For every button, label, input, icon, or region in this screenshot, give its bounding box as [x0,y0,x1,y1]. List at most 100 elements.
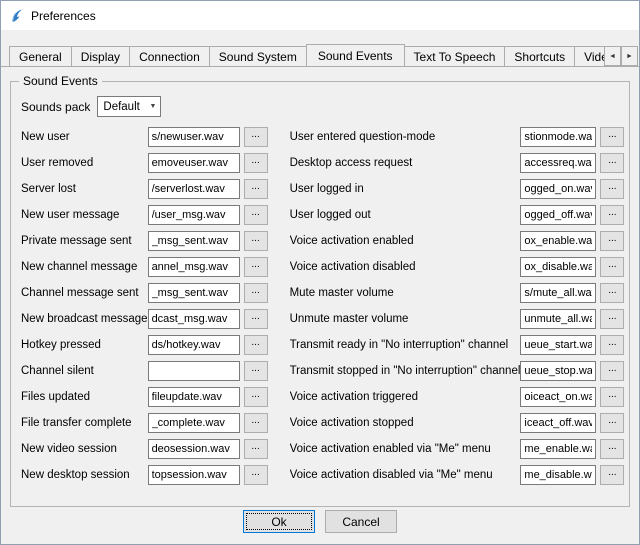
sound-event-label: File transfer complete [21,417,148,429]
title-bar: Preferences [1,1,639,30]
browse-button[interactable]: ... [244,153,268,173]
browse-button[interactable]: ... [600,153,624,173]
sound-file-input[interactable] [148,413,240,433]
sound-event-row: User logged in... [290,179,625,199]
browse-button[interactable]: ... [600,465,624,485]
sound-event-label: Hotkey pressed [21,339,148,351]
tab-display[interactable]: Display [71,46,130,66]
sound-event-row: Server lost... [21,179,268,199]
sound-event-label: Channel silent [21,365,148,377]
browse-button[interactable]: ... [600,335,624,355]
tab-text-to-speech[interactable]: Text To Speech [404,46,506,66]
browse-button[interactable]: ... [244,439,268,459]
sound-file-input[interactable] [148,257,240,277]
sound-event-label: Voice activation enabled [290,235,521,247]
tab-scroll-right-button[interactable]: ► [621,46,638,66]
sound-event-label: Files updated [21,391,148,403]
browse-button[interactable]: ... [244,205,268,225]
tab-scroll-left-button[interactable]: ◄ [604,46,621,66]
tab-connection[interactable]: Connection [129,46,210,66]
browse-button[interactable]: ... [244,413,268,433]
sound-file-input[interactable] [520,257,596,277]
sound-event-label: Server lost [21,183,148,195]
browse-button[interactable]: ... [600,439,624,459]
sounds-pack-row: Sounds pack Default ▼ [21,96,619,117]
sound-file-input[interactable] [520,179,596,199]
sound-file-input[interactable] [148,127,240,147]
sound-event-row: File transfer complete... [21,413,268,433]
sounds-pack-value: Default [103,101,139,113]
browse-button[interactable]: ... [600,205,624,225]
sound-event-label: Voice activation disabled [290,261,521,273]
sound-file-input[interactable] [148,465,240,485]
sound-file-input[interactable] [148,205,240,225]
sound-file-input[interactable] [148,309,240,329]
sound-event-row: User logged out... [290,205,625,225]
sound-event-label: User removed [21,157,148,169]
browse-button[interactable]: ... [244,335,268,355]
browse-button[interactable]: ... [600,413,624,433]
sound-event-label: Voice activation triggered [290,391,521,403]
sound-event-label: New video session [21,443,148,455]
sound-file-input[interactable] [520,387,596,407]
sound-file-input[interactable] [520,465,596,485]
sound-file-input[interactable] [148,387,240,407]
sound-event-row: New video session... [21,439,268,459]
sound-event-row: Hotkey pressed... [21,335,268,355]
browse-button[interactable]: ... [244,231,268,251]
browse-button[interactable]: ... [600,127,624,147]
tab-general[interactable]: General [9,46,72,66]
browse-button[interactable]: ... [600,309,624,329]
sound-file-input[interactable] [148,153,240,173]
browse-button[interactable]: ... [600,387,624,407]
browse-button[interactable]: ... [244,361,268,381]
sound-event-rows: New user...User removed...Server lost...… [21,127,619,491]
preferences-window: Preferences GeneralDisplayConnectionSoun… [0,0,640,545]
browse-button[interactable]: ... [244,257,268,277]
browse-button[interactable]: ... [244,465,268,485]
sounds-pack-combobox[interactable]: Default ▼ [97,96,161,117]
sound-file-input[interactable] [520,231,596,251]
sound-file-input[interactable] [520,127,596,147]
sound-event-label: Desktop access request [290,157,521,169]
sound-event-row: Voice activation triggered... [290,387,625,407]
browse-button[interactable]: ... [244,387,268,407]
sound-file-input[interactable] [148,283,240,303]
sound-event-label: Voice activation enabled via "Me" menu [290,443,521,455]
browse-button[interactable]: ... [600,283,624,303]
browse-button[interactable]: ... [600,179,624,199]
sound-file-input[interactable] [520,283,596,303]
sound-file-input[interactable] [148,335,240,355]
app-icon [9,8,25,24]
browse-button[interactable]: ... [600,231,624,251]
sound-file-input[interactable] [148,179,240,199]
browse-button[interactable]: ... [244,179,268,199]
browse-button[interactable]: ... [244,283,268,303]
sound-file-input[interactable] [520,205,596,225]
tab-scroll-buttons: ◄ ► [604,46,638,66]
sound-file-input[interactable] [520,361,596,381]
sound-event-row: New broadcast message... [21,309,268,329]
tab-sound-events[interactable]: Sound Events [306,44,405,67]
tab-shortcuts[interactable]: Shortcuts [504,46,575,66]
sounds-pack-label: Sounds pack [21,100,90,114]
sound-file-input[interactable] [520,335,596,355]
sound-file-input[interactable] [148,231,240,251]
sound-event-row: Voice activation enabled... [290,231,625,251]
sound-file-input[interactable] [520,153,596,173]
browse-button[interactable]: ... [600,361,624,381]
browse-button[interactable]: ... [600,257,624,277]
browse-button[interactable]: ... [244,127,268,147]
groupbox-title: Sound Events [19,74,102,88]
sound-file-input[interactable] [520,439,596,459]
browse-button[interactable]: ... [244,309,268,329]
ok-button[interactable]: Ok [243,510,315,533]
sound-file-input[interactable] [520,413,596,433]
sound-event-row: New user message... [21,205,268,225]
cancel-button[interactable]: Cancel [325,510,397,533]
sound-file-input[interactable] [148,361,240,381]
tab-sound-system[interactable]: Sound System [209,46,307,66]
sound-event-row: Transmit ready in "No interruption" chan… [290,335,625,355]
sound-file-input[interactable] [148,439,240,459]
sound-file-input[interactable] [520,309,596,329]
